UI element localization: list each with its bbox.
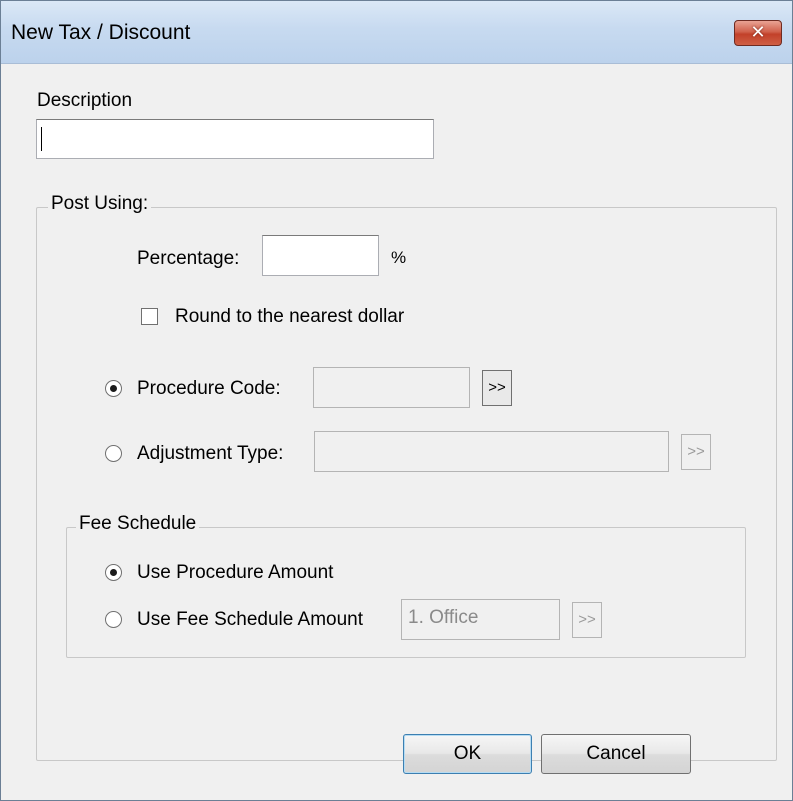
adjustment-type-label[interactable]: Adjustment Type: [137,443,283,465]
post-using-group [36,207,777,761]
round-checkbox[interactable] [141,308,158,325]
percentage-label: Percentage: [137,248,240,269]
dialog-content: Description Post Using: Percentage: % Ro… [1,64,792,800]
description-label: Description [37,90,133,111]
cancel-button[interactable]: Cancel [541,734,691,774]
fee-schedule-input[interactable]: 1. Office [401,599,560,640]
procedure-code-label[interactable]: Procedure Code: [137,378,281,400]
percent-sign: % [391,248,407,267]
use-fee-schedule-amount-label[interactable]: Use Fee Schedule Amount [137,609,363,631]
close-icon: ✕ [750,22,766,42]
close-button[interactable]: ✕ [734,20,782,46]
ok-button[interactable]: OK [403,734,532,774]
percentage-input[interactable] [262,235,379,276]
title-bar[interactable]: New Tax / Discount ✕ [1,1,792,64]
procedure-code-radio[interactable] [105,380,122,397]
window-title: New Tax / Discount [11,21,191,44]
procedure-code-input[interactable] [313,367,470,408]
text-caret [41,127,42,151]
procedure-code-browse-button[interactable]: >> [482,370,512,406]
description-input[interactable] [36,119,434,159]
adjustment-type-radio[interactable] [105,445,122,462]
fee-schedule-legend: Fee Schedule [76,513,200,535]
fee-schedule-value: 1. Office [408,607,479,628]
post-using-legend: Post Using: [48,193,152,215]
round-label[interactable]: Round to the nearest dollar [175,306,404,328]
use-procedure-amount-radio[interactable] [105,564,122,581]
use-procedure-amount-label[interactable]: Use Procedure Amount [137,562,333,584]
adjustment-type-input[interactable] [314,431,669,472]
adjustment-type-browse-button[interactable]: >> [681,434,711,470]
use-fee-schedule-amount-radio[interactable] [105,611,122,628]
dialog-window: New Tax / Discount ✕ Description Post Us… [0,0,793,801]
fee-schedule-browse-button[interactable]: >> [572,602,602,638]
